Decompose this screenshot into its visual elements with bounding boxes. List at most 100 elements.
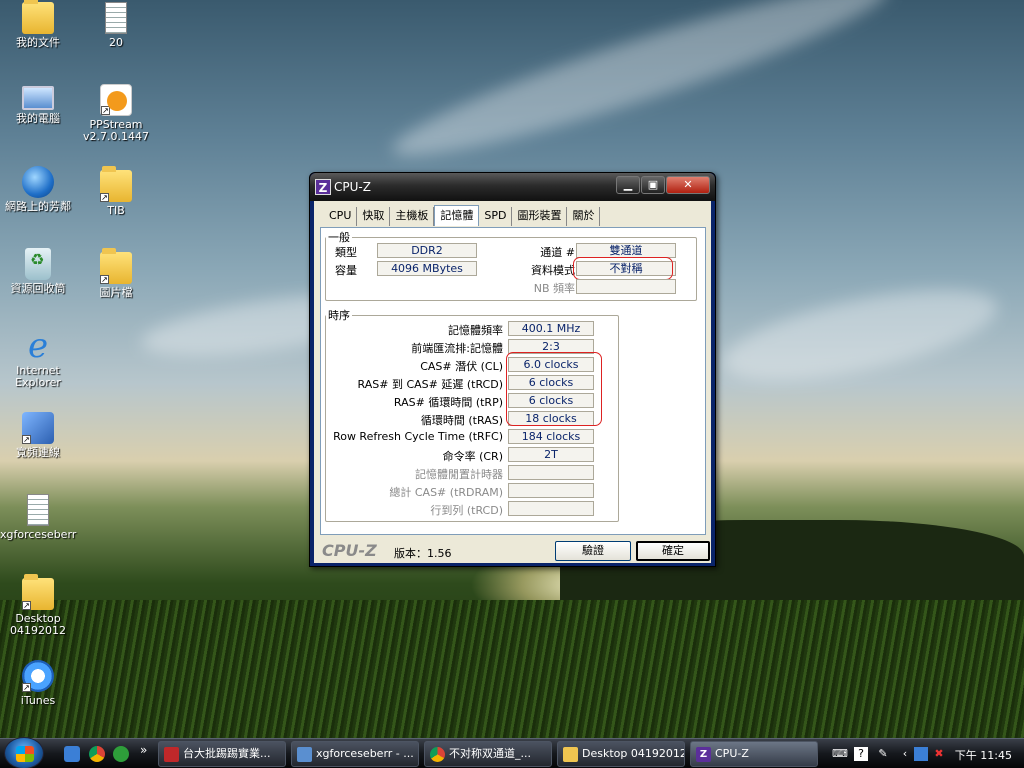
desktop-icon-network[interactable]: 網路上的芳鄰 [0, 166, 76, 213]
timing-value: 184 clocks [508, 429, 594, 444]
network-icon [22, 166, 54, 198]
quick-launch-more-icon[interactable]: » [140, 743, 147, 757]
timing-label: RAS# 循環時間 (tRP) [393, 396, 503, 409]
maximize-button[interactable]: ▣ [641, 176, 665, 194]
channel-value: 雙通道 [576, 243, 676, 258]
memory-panel: 一般 類型 DDR2 容量 4096 MBytes 通道 # 雙通道 資料模式 … [320, 227, 706, 535]
taskbar-button-browser[interactable]: 不对称双通道_... [424, 741, 552, 767]
keyboard-icon[interactable]: ⌨ [832, 747, 848, 761]
timings-highlight [506, 352, 602, 426]
broadband-connection-icon: ↗ [22, 412, 54, 444]
task-label: CPU-Z [715, 747, 749, 760]
type-label: 類型 [335, 246, 357, 259]
timing-label: 總計 CAS# (tRDRAM) [389, 486, 503, 499]
cpuz-brand: CPU-Z [322, 541, 377, 560]
version-label: 版本：1.56 [394, 545, 452, 561]
pen-icon[interactable]: ✎ [876, 747, 890, 761]
tab-memory[interactable]: 記憶體 [434, 205, 480, 226]
tab-about[interactable]: 關於 [567, 207, 601, 226]
desktop-icon-label: Internet Explorer [15, 364, 61, 389]
version-label-text: 版本： [394, 547, 427, 560]
desktop-icon-tib[interactable]: ↗ TIB [78, 166, 154, 217]
task-label: 不对称双通道_... [449, 747, 531, 760]
tab-caches[interactable]: 快取 [357, 207, 391, 226]
timing-value [508, 465, 594, 480]
size-label: 容量 [335, 264, 357, 277]
pcman-icon [164, 747, 179, 762]
itunes-icon: ↗ [22, 660, 54, 692]
desktop-icon-label: TIB [107, 204, 125, 217]
validate-button[interactable]: 驗證 [555, 541, 631, 561]
window-title: CPU-Z [334, 180, 371, 194]
text-file-icon [105, 2, 127, 34]
volume-muted-icon[interactable]: ✖ [932, 747, 946, 761]
text-file-icon [27, 494, 49, 526]
help-icon[interactable]: ? [854, 747, 868, 761]
system-tray: ⌨ ? ✎ ‹ ✖ 下午 11:45 [828, 739, 1024, 768]
start-button[interactable] [4, 737, 44, 768]
show-desktop-icon[interactable] [64, 746, 80, 762]
dc-mode-highlight [573, 257, 673, 280]
tab-cpu[interactable]: CPU [324, 207, 358, 226]
desktop-icon-label: Desktop 04192012 [10, 612, 66, 637]
desktop-icon-internet-explorer[interactable]: e Internet Explorer [0, 326, 76, 389]
folder-icon: ↗ [22, 574, 54, 610]
desktop-icon-recycle-bin[interactable]: 資源回收筒 [0, 248, 76, 295]
desktop-icon-label: 資源回收筒 [10, 282, 66, 295]
taskbar-button-folder[interactable]: Desktop 04192012 [557, 741, 685, 767]
quick-launch-app-icon[interactable] [113, 746, 129, 762]
task-label: xgforceseberr - ... [316, 747, 414, 760]
minimize-button[interactable]: ▁ [616, 176, 640, 194]
desktop-icon-my-documents[interactable]: 我的文件 [0, 0, 76, 49]
timing-label: 記憶體頻率 [448, 324, 503, 337]
ppstream-icon: ↗ [100, 84, 132, 116]
desktop-icon-itunes[interactable]: ↗ iTunes [0, 660, 76, 707]
desktop-icon-desktop-folder[interactable]: ↗ Desktop 04192012 [0, 574, 76, 637]
timing-label: 前端匯流排:記憶體 [411, 342, 503, 355]
show-hidden-icons[interactable]: ‹ [898, 747, 912, 761]
desktop-icon-label: xgforceseberr [0, 528, 77, 541]
channel-label: 通道 # [540, 246, 575, 259]
nb-freq-value [576, 279, 676, 294]
tab-mainboard[interactable]: 主機板 [390, 207, 435, 226]
desktop-icon-label: 20 [109, 36, 123, 49]
cpuz-logo-icon: Z [696, 747, 711, 762]
timing-label: 命令率 (CR) [442, 450, 503, 463]
notepad-icon [297, 747, 312, 762]
desktop-icon-xgforceseberr[interactable]: xgforceseberr [0, 494, 76, 541]
timing-label: RAS# 到 CAS# 延遲 (tRCD) [357, 378, 503, 391]
taskbar: » 台大批踢踢實業... xgforceseberr - ... 不对称双通道_… [0, 737, 1024, 768]
close-button[interactable]: ✕ [666, 176, 710, 194]
taskbar-button-ptt[interactable]: 台大批踢踢實業... [158, 741, 286, 767]
tab-spd[interactable]: SPD [479, 207, 513, 226]
desktop-icon-label: 圖片檔 [99, 286, 133, 299]
desktop-icon-label: 我的電腦 [16, 112, 60, 125]
task-label: Desktop 04192012 [582, 747, 685, 760]
title-bar[interactable]: Z CPU-Z ▁ ▣ ✕ [310, 173, 715, 201]
type-value: DDR2 [377, 243, 477, 258]
timing-value [508, 501, 594, 516]
timing-value [508, 483, 594, 498]
desktop-icon-my-computer[interactable]: 我的電腦 [0, 86, 76, 125]
task-label: 台大批踢踢實業... [183, 747, 271, 760]
recycle-bin-icon [25, 248, 51, 280]
timing-label: 記憶體閒置計時器 [415, 468, 503, 481]
desktop-icon-broadband[interactable]: ↗ 寬頻連線 [0, 412, 76, 459]
desktop-icon-label: 寬頻連線 [16, 446, 60, 459]
shortcut-arrow-icon: ↗ [100, 193, 109, 202]
desktop-icon-pictures[interactable]: ↗ 圖片檔 [78, 248, 154, 299]
internet-explorer-icon: e [27, 326, 49, 366]
shortcut-arrow-icon: ↗ [22, 435, 31, 444]
network-status-icon[interactable] [914, 747, 928, 761]
nb-freq-label: NB 頻率 [533, 282, 575, 295]
desktop-icon-20[interactable]: 20 [78, 2, 154, 49]
taskbar-button-notepad[interactable]: xgforceseberr - ... [291, 741, 419, 767]
chrome-icon [430, 747, 445, 762]
clock[interactable]: 下午 11:45 [955, 747, 1012, 763]
tab-graphics[interactable]: 圖形裝置 [512, 207, 568, 226]
taskbar-button-cpuz[interactable]: Z CPU-Z [690, 741, 818, 767]
desktop-icon-ppstream[interactable]: ↗ PPStream v2.7.0.1447 [78, 84, 154, 143]
shortcut-arrow-icon: ↗ [101, 106, 110, 115]
ok-button[interactable]: 確定 [636, 541, 710, 561]
chrome-icon[interactable] [89, 746, 105, 762]
